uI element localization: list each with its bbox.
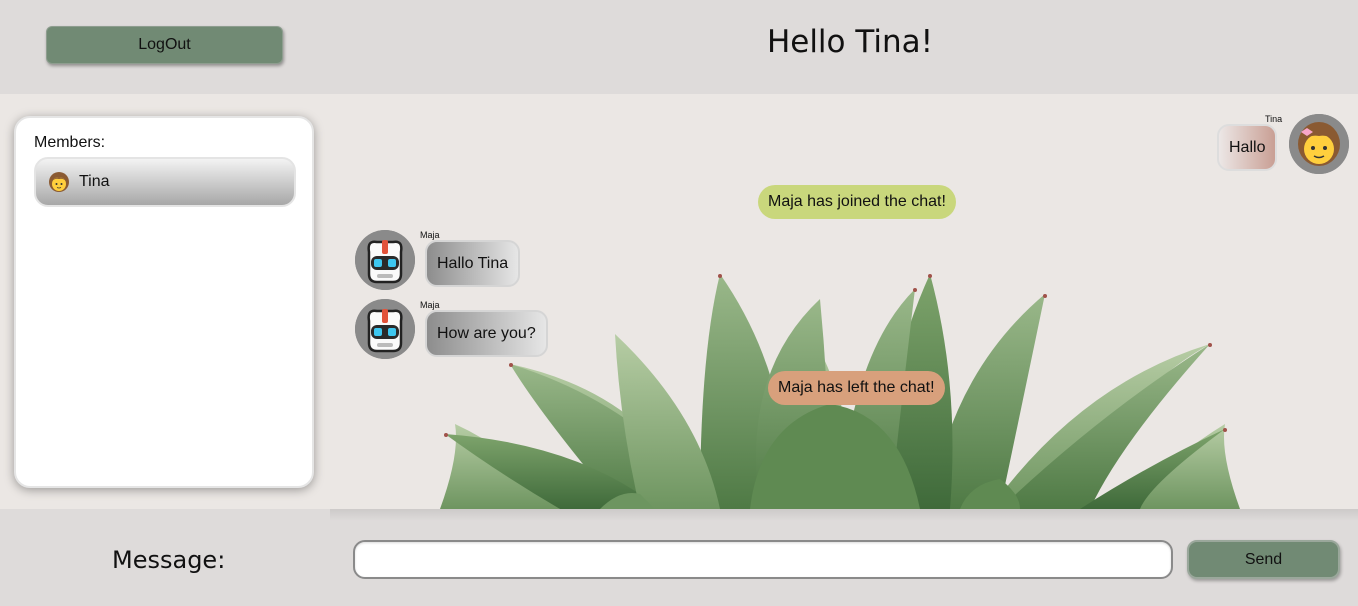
girl-avatar-icon <box>49 172 69 192</box>
robot-avatar-icon <box>355 299 415 359</box>
logout-button[interactable]: LogOut <box>46 26 283 64</box>
composer-shadow <box>330 509 1358 521</box>
members-title: Members: <box>34 134 106 151</box>
message-sender-label: Maja <box>420 300 440 310</box>
girl-avatar-icon <box>1289 114 1349 174</box>
message-input[interactable] <box>353 540 1173 579</box>
members-panel: Members: Tina <box>14 116 314 488</box>
message-bubble: Hallo <box>1217 124 1278 171</box>
member-name: Tina <box>79 173 110 190</box>
message-bubble: How are you? <box>425 310 548 357</box>
message-sender-label: Maja <box>420 230 440 240</box>
system-notice-left: Maja has left the chat! <box>768 371 945 405</box>
message-label: Message: <box>112 546 226 574</box>
send-button[interactable]: Send <box>1187 540 1340 579</box>
member-item-tina[interactable]: Tina <box>34 157 296 207</box>
system-notice-joined: Maja has joined the chat! <box>758 185 956 219</box>
page-title: Hello Tina! <box>766 24 934 60</box>
robot-avatar-icon <box>355 230 415 290</box>
message-bubble: Hallo Tina <box>425 240 521 287</box>
message-sender-label: Tina <box>1265 114 1283 124</box>
header-bar: LogOut Hello Tina! <box>0 0 1358 94</box>
